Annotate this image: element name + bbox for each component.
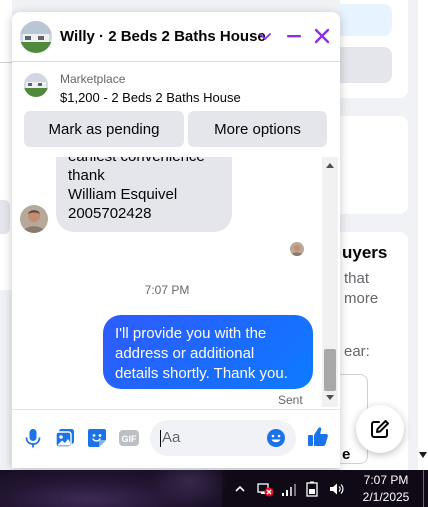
listing-thumbnail[interactable]	[24, 73, 48, 97]
left-panel	[0, 0, 12, 290]
message-text: earliest convenience	[68, 157, 205, 166]
background-text: e	[342, 446, 351, 463]
chevron-down-icon[interactable]	[257, 28, 273, 44]
emoji-icon[interactable]	[266, 428, 286, 448]
message-scrollbar[interactable]	[322, 157, 338, 407]
incoming-message-bubble: earliest convenience thank William Esqui…	[56, 157, 232, 232]
chat-header[interactable]: Willy · 2 Beds 2 Baths House	[12, 12, 340, 62]
background-highlight-field[interactable]	[340, 4, 392, 36]
sticker-icon[interactable]	[86, 427, 108, 449]
left-selected-item[interactable]	[0, 200, 10, 234]
message-timestamp: 7:07 PM	[144, 283, 190, 297]
chat-window: Willy · 2 Beds 2 Baths House Marketplace…	[12, 12, 340, 468]
marketplace-listing-banner: Marketplace $1,200 - 2 Beds 2 Baths Hous…	[12, 63, 340, 157]
background-heading: uyers	[342, 243, 388, 262]
background-gray-field[interactable]	[340, 47, 392, 83]
windows-taskbar: 7:07 PM 2/1/2025	[0, 470, 428, 507]
message-list: earliest convenience thank William Esqui…	[12, 157, 322, 409]
close-icon[interactable]	[312, 26, 332, 46]
taskbar-clock-date[interactable]: 2/1/2025	[358, 490, 414, 504]
scroll-down-arrow-icon[interactable]	[326, 395, 334, 400]
wifi-signal-icon[interactable]	[280, 481, 296, 497]
microphone-icon[interactable]	[22, 427, 44, 449]
message-text: thank	[68, 167, 105, 184]
conversation-title[interactable]: Willy · 2 Beds 2 Baths House	[60, 28, 266, 45]
show-desktop-button[interactable]	[423, 470, 424, 507]
message-text: details shortly. Thank you.	[115, 365, 288, 382]
scrollbar-thumb[interactable]	[324, 349, 336, 391]
delivery-status: Sent	[278, 393, 303, 407]
compose-icon	[371, 420, 389, 438]
text-caret	[160, 430, 161, 447]
notification-indicator-icon	[419, 452, 427, 458]
message-input-placeholder: Aa	[162, 429, 181, 446]
like-icon[interactable]	[306, 425, 330, 449]
read-receipt-avatar	[290, 242, 304, 256]
background-text: more	[344, 290, 379, 307]
message-composer: GIF Aa	[12, 409, 340, 468]
battery-icon[interactable]	[304, 481, 320, 497]
listing-detail[interactable]: $1,200 - 2 Beds 2 Baths House	[60, 90, 241, 105]
more-options-button[interactable]: More options	[188, 111, 327, 147]
background-card-middle	[340, 116, 408, 214]
sender-avatar[interactable]	[20, 205, 48, 233]
new-message-button[interactable]	[356, 405, 404, 453]
conversation-avatar[interactable]	[20, 21, 52, 53]
message-text: William Esquivel	[68, 186, 178, 203]
minimize-icon[interactable]	[284, 26, 304, 46]
volume-icon[interactable]	[328, 481, 344, 497]
mark-as-pending-button[interactable]: Mark as pending	[24, 111, 184, 147]
taskbar-wallpaper-glow	[150, 470, 230, 507]
background-text: ear:	[344, 343, 370, 360]
listing-source-label: Marketplace	[60, 72, 126, 86]
network-disconnected-icon[interactable]	[256, 481, 274, 497]
left-divider	[0, 62, 12, 63]
gallery-icon[interactable]	[54, 427, 76, 449]
taskbar-clock-time[interactable]: 7:07 PM	[358, 473, 414, 487]
right-edge-panel	[418, 0, 428, 470]
outgoing-message-bubble: I'll provide you with the address or add…	[103, 315, 313, 389]
show-hidden-icons-icon[interactable]	[234, 481, 246, 497]
message-text: I'll provide you with the	[115, 325, 267, 342]
message-text: 2005702428	[68, 205, 152, 222]
message-input[interactable]: Aa	[150, 420, 296, 456]
scroll-up-arrow-icon[interactable]	[326, 163, 334, 168]
svg-text:GIF: GIF	[122, 434, 138, 444]
message-text: address or additional	[115, 345, 255, 362]
background-text: that	[344, 270, 370, 287]
gif-icon[interactable]: GIF	[118, 427, 140, 449]
